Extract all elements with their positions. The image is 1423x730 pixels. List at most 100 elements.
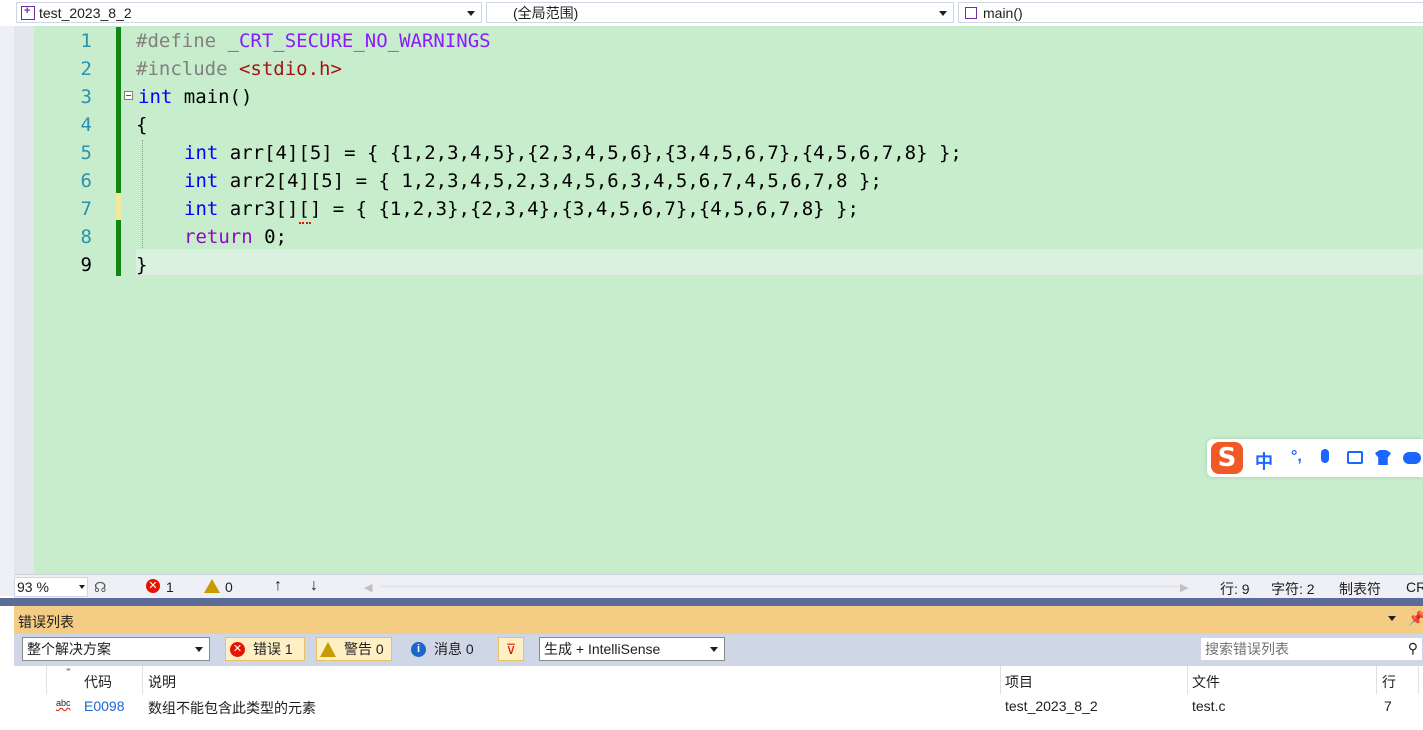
- code-line-3: int main(): [138, 86, 252, 108]
- error-description: 数组不能包含此类型的元素: [148, 700, 316, 716]
- chevron-down-icon: [939, 11, 947, 16]
- ime-lang-toggle[interactable]: 中: [1255, 448, 1273, 474]
- project-icon: +: [21, 5, 35, 20]
- messages-toggle-label: 消息 0: [434, 641, 474, 657]
- navigation-bar: + test_2023_8_2 (全局范围) main(): [0, 0, 1423, 27]
- cursor-col: 字符: 2: [1271, 581, 1315, 597]
- horizontal-scrollbar[interactable]: [380, 585, 1180, 588]
- column-file[interactable]: 文件: [1192, 672, 1220, 692]
- errors-toggle-label: 错误 1: [253, 641, 293, 657]
- project-dropdown[interactable]: + test_2023_8_2: [16, 2, 482, 23]
- member-name: main(): [983, 4, 1023, 21]
- change-marker-saved: [116, 27, 121, 193]
- line-number: 5: [80, 142, 92, 164]
- code-token: int: [138, 86, 173, 108]
- line-number: 8: [80, 226, 92, 248]
- glyph-margin: [14, 26, 34, 574]
- sogou-logo-icon[interactable]: S: [1211, 442, 1243, 474]
- line-number: 3: [80, 86, 92, 108]
- code-token: int: [184, 198, 219, 220]
- pin-icon[interactable]: 📌: [1408, 610, 1423, 627]
- line-number: 4: [80, 114, 92, 136]
- table-row[interactable]: abc E0098 数组不能包含此类型的元素 test_2023_8_2 tes…: [14, 694, 1423, 720]
- code-token: 0;: [252, 226, 287, 248]
- error-list-toolbar: 整个解决方案 ✕ 错误 1 警告 0 i 消息 0 ⊽ 生成 + Intelli…: [14, 634, 1423, 666]
- line-number-current: 9: [80, 254, 92, 276]
- error-file: test.c: [1192, 698, 1226, 714]
- warning-count[interactable]: 0: [225, 579, 233, 595]
- current-line-highlight: [136, 249, 1423, 275]
- code-line-4: {: [136, 114, 147, 136]
- error-line: 7: [1384, 698, 1392, 714]
- zoom-value: 93 %: [17, 579, 49, 595]
- line-number: 7: [80, 198, 92, 220]
- column-divider: [142, 666, 143, 694]
- code-line-1: #define _CRT_SECURE_NO_WARNINGS: [136, 30, 491, 52]
- code-line-5: int arr[4][5] = { {1,2,3,4,5},{2,3,4,5,6…: [184, 142, 962, 164]
- code-token: {: [136, 114, 148, 136]
- code-token: }: [136, 254, 148, 276]
- code-token: #define: [136, 30, 228, 52]
- scope-label: (全局范围): [513, 4, 579, 21]
- search-icon: ⚲: [1407, 640, 1418, 656]
- ime-toolbar[interactable]: S 中 °,: [1207, 439, 1423, 477]
- keyboard-icon[interactable]: [1347, 451, 1363, 464]
- warnings-toggle-label: 警告 0: [344, 641, 384, 657]
- scope-filter-label: 整个解决方案: [27, 641, 111, 657]
- warning-icon: [320, 641, 336, 657]
- skin-icon[interactable]: [1375, 450, 1391, 465]
- column-divider: [46, 666, 47, 694]
- scope-dropdown[interactable]: (全局范围): [486, 2, 954, 23]
- chevron-down-icon[interactable]: [1388, 616, 1396, 621]
- error-code-link[interactable]: E0098: [84, 698, 124, 714]
- column-line[interactable]: 行: [1382, 672, 1396, 692]
- code-token: arr2[4][5] = { 1,2,3,4,5,2,3,4,5,6,3,4,5…: [218, 170, 882, 192]
- column-description[interactable]: 说明: [148, 672, 176, 692]
- scope-filter-dropdown[interactable]: 整个解决方案: [22, 637, 210, 661]
- sort-icon[interactable]: ⁼: [66, 666, 71, 677]
- indent-mode[interactable]: 制表符: [1339, 579, 1381, 599]
- code-token: int: [184, 170, 219, 192]
- column-divider: [1418, 666, 1419, 694]
- column-project[interactable]: 项目: [1005, 672, 1033, 692]
- toolbox-icon[interactable]: [1403, 452, 1421, 464]
- scroll-right-icon[interactable]: ▶: [1180, 581, 1188, 594]
- chevron-down-icon: [467, 11, 475, 16]
- warnings-toggle-button[interactable]: 警告 0: [316, 637, 392, 661]
- column-divider: [1376, 666, 1377, 694]
- intellicode-icon[interactable]: ☊: [94, 579, 106, 596]
- zoom-dropdown[interactable]: 93 %: [14, 577, 88, 597]
- filter-button[interactable]: ⊽: [498, 637, 524, 661]
- change-marker-unsaved: [116, 193, 121, 220]
- messages-toggle-button[interactable]: i 消息 0: [404, 637, 484, 661]
- cursor-row: 行: 9: [1220, 581, 1250, 597]
- error-icon: ✕: [146, 579, 160, 593]
- filter-icon: ⊽: [505, 640, 517, 657]
- build-filter-dropdown[interactable]: 生成 + IntelliSense: [539, 637, 725, 661]
- code-token: arr3[][] = { {1,2,3},{2,3,4},{3,4,5,6,7}…: [218, 198, 859, 220]
- error-count[interactable]: 1: [166, 579, 174, 595]
- code-token: <stdio.h>: [238, 58, 342, 80]
- scroll-left-icon[interactable]: ◀: [364, 581, 372, 594]
- member-dropdown[interactable]: main(): [958, 2, 1423, 23]
- code-line-8: return 0;: [184, 226, 287, 248]
- line-ending[interactable]: CR: [1406, 579, 1423, 595]
- code-line-6: int arr2[4][5] = { 1,2,3,4,5,2,3,4,5,6,3…: [184, 170, 882, 192]
- spelling-error-icon: abc: [56, 698, 71, 708]
- indent-guide: [142, 140, 143, 248]
- arrow-up-icon[interactable]: ↑: [274, 577, 282, 595]
- arrow-down-icon[interactable]: ↓: [310, 577, 318, 595]
- code-editor[interactable]: [14, 26, 1423, 574]
- column-code[interactable]: 代码: [84, 672, 112, 692]
- errors-toggle-button[interactable]: ✕ 错误 1: [225, 637, 305, 661]
- error-project: test_2023_8_2: [1005, 698, 1098, 714]
- line-number: 2: [80, 58, 92, 80]
- microphone-icon[interactable]: [1321, 449, 1329, 463]
- ime-punct-toggle[interactable]: °,: [1291, 448, 1302, 466]
- collapse-icon[interactable]: [124, 91, 133, 100]
- code-token: int: [184, 142, 219, 164]
- panel-splitter[interactable]: [0, 598, 1423, 606]
- error-search-input[interactable]: 搜索错误列表 ⚲: [1200, 637, 1423, 661]
- error-squiggle: [299, 219, 311, 224]
- search-placeholder: 搜索错误列表: [1205, 641, 1289, 657]
